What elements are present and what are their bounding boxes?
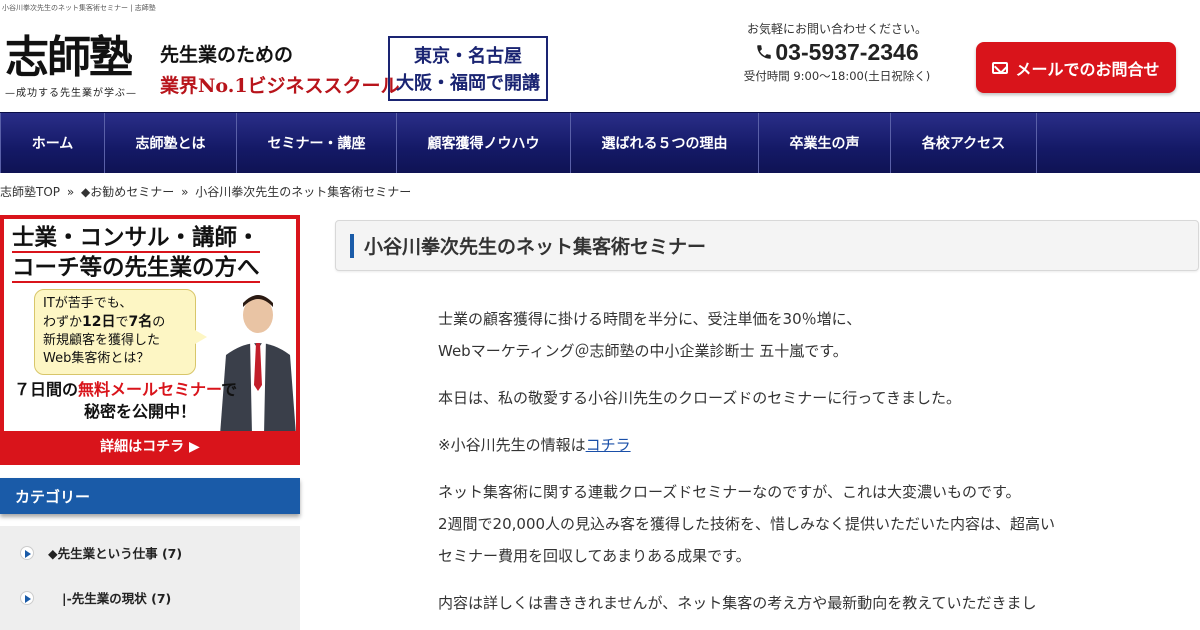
contact-hours: 受付時間 9:00～18:00(土日祝除く) <box>743 69 931 83</box>
phone-number-text: 03-5937-2346 <box>775 39 919 65</box>
logo-text: 志師塾 <box>5 32 133 83</box>
banner-promo: ７日間の無料メールセミナーで 秘密を公開中！ <box>14 379 237 423</box>
article-paragraph: 内容は詳しくは書ききれませんが、ネット集客の考え方や最新動向を教えていただきまし <box>438 587 1098 619</box>
locations-box: 東京・名古屋 大阪・福岡で開講 <box>388 36 548 101</box>
breadcrumb-home[interactable]: 志師塾TOP <box>0 185 60 199</box>
article-paragraph: ※小谷川先生の情報はコチラ <box>438 429 1098 461</box>
nav-item-seminars[interactable]: セミナー・講座 <box>237 113 397 173</box>
speech-bubble: ITが苦手でも、 わずか12日で7名の 新規顧客を獲得した Web集客術とは？ <box>34 289 207 375</box>
banner-promo-line-1: ７日間の無料メールセミナーで <box>14 379 237 401</box>
phone-number[interactable]: 03-5937-2346 <box>732 39 942 66</box>
banner-title: 士業・コンサル・講師・ コーチ等の先生業の方へ <box>4 219 296 283</box>
main-nav: ホーム 志師塾とは セミナー・講座 顧客獲得ノウハウ 選ばれる５つの理由 卒業生… <box>0 112 1200 173</box>
nav-item-home[interactable]: ホーム <box>0 113 105 173</box>
mail-seminar-banner[interactable]: 士業・コンサル・講師・ コーチ等の先生業の方へ ITが苦手でも、 わずか12日で… <box>0 215 300 465</box>
breadcrumb-separator: » <box>66 185 75 199</box>
nav-item-about[interactable]: 志師塾とは <box>105 113 237 173</box>
banner-title-line-2: コーチ等の先生業の方へ <box>12 255 260 283</box>
bubble-line-3: 新規顧客を獲得した <box>43 333 161 348</box>
article-line: ネット集客術に関する連載クローズドセミナーなのですが、これは大変濃いものです。 <box>438 483 1021 501</box>
contact-block: お気軽にお問い合わせください。 03-5937-2346 受付時間 9:00～1… <box>732 20 942 84</box>
breadcrumb-category[interactable]: ◆お勧めセミナー <box>81 185 174 199</box>
bubble-line-2: わずか12日で7名の <box>43 313 187 332</box>
bubble-text: わずか <box>43 315 83 330</box>
nav-item-testimonials[interactable]: 卒業生の声 <box>759 113 891 173</box>
category-list: ◆先生業という仕事 (7) |-先生業の現状 (7) <box>0 526 300 630</box>
breadcrumb-separator: » <box>181 185 189 199</box>
bubble-highlight: 7名 <box>128 314 153 330</box>
article-paragraph: 本日は、私の敬愛する小谷川先生のクローズドのセミナーに行ってきました。 <box>438 389 962 407</box>
phone-icon <box>757 45 772 59</box>
article-line: セミナー費用を回収してあまりある成果です。 <box>438 547 751 565</box>
locations-line-1: 東京・名古屋 <box>414 46 522 67</box>
article-line: 2週間で20,000人の見込み客を獲得した技術を、惜しみなく提供いただいた内容は… <box>438 515 1056 533</box>
tagline-line-1: 先生業のための <box>160 44 294 66</box>
category-label: |-先生業の現状 (7) <box>62 591 172 606</box>
mail-contact-label: メールでのお問合せ <box>1015 59 1160 79</box>
contact-lead: お気軽にお問い合わせください。 <box>746 22 927 36</box>
logo-subtitle: —成功する先生業が学ぶ— <box>5 88 137 99</box>
banner-title-line-1: 士業・コンサル・講師・ <box>12 225 260 253</box>
locations-line-2: 大阪・福岡で開講 <box>396 73 540 94</box>
bubble-text: の <box>152 315 166 330</box>
article-line: Webマーケティング＠志師塾の中小企業診断士 五十嵐です。 <box>438 342 848 360</box>
breadcrumb-current: 小谷川拳次先生のネット集客術セミナー <box>195 185 412 199</box>
category-item[interactable]: ◆先生業という仕事 (7) <box>20 543 182 562</box>
site-logo[interactable]: 志師塾 —成功する先生業が学ぶ— <box>5 34 155 104</box>
title-accent-bar <box>350 233 354 258</box>
bubble-line-4: Web集客術とは？ <box>43 351 150 366</box>
nav-item-knowhow[interactable]: 顧客獲得ノウハウ <box>397 113 571 173</box>
breadcrumb: 志師塾TOP » ◆お勧めセミナー » 小谷川拳次先生のネット集客術セミナー <box>0 183 414 200</box>
promo-text: で <box>221 380 238 399</box>
banner-promo-line-2: 秘密を公開中！ <box>84 402 197 421</box>
article-body: 士業の顧客獲得に掛ける時間を半分に、受注単価を30％増に、 Webマーケティング… <box>438 303 1098 630</box>
mail-icon <box>992 61 1009 74</box>
chevron-right-icon <box>20 545 34 560</box>
page-caption: 小谷川拳次先生のネット集客術セミナー | 志師塾 <box>2 4 156 12</box>
article-paragraph: ネット集客術に関する連載クローズドセミナーなのですが、これは大変濃いものです。 … <box>438 476 1098 572</box>
article-line: 士業の顧客獲得に掛ける時間を半分に、受注単価を30％増に、 <box>438 310 862 328</box>
category-label: ◆先生業という仕事 (7) <box>48 546 183 561</box>
promo-highlight: 無料メールセミナー <box>78 380 222 399</box>
banner-details-link[interactable]: 詳細はコチラ ▶ <box>4 431 296 461</box>
article-line: 内容は詳しくは書ききれませんが、ネット集客の考え方や最新動向を教えていただきまし <box>438 594 1037 612</box>
tagline: 先生業のための 業界No.1ビジネススクール <box>160 40 400 98</box>
article-text: ※小谷川先生の情報は <box>438 436 586 454</box>
mail-contact-button[interactable]: メールでのお問合せ <box>976 42 1176 93</box>
info-link[interactable]: コチラ <box>586 436 631 454</box>
bubble-line-1: ITが苦手でも、 <box>43 296 133 311</box>
chevron-right-icon <box>20 590 34 605</box>
bubble-text: で <box>115 315 129 330</box>
page-title: 小谷川拳次先生のネット集客術セミナー <box>364 236 707 258</box>
article-paragraph: 士業の顧客獲得に掛ける時間を半分に、受注単価を30％増に、 Webマーケティング… <box>438 303 1098 367</box>
tagline-line-2: 業界No.1ビジネススクール <box>160 75 400 97</box>
promo-text: ７日間の <box>14 380 79 399</box>
bubble-highlight: 12日 <box>82 314 116 330</box>
category-header: カテゴリー <box>0 478 300 514</box>
category-item[interactable]: |-先生業の現状 (7) <box>20 588 171 607</box>
page-title-box: 小谷川拳次先生のネット集客術セミナー <box>335 220 1199 271</box>
nav-item-reasons[interactable]: 選ばれる５つの理由 <box>571 113 759 173</box>
nav-item-access[interactable]: 各校アクセス <box>891 113 1037 173</box>
